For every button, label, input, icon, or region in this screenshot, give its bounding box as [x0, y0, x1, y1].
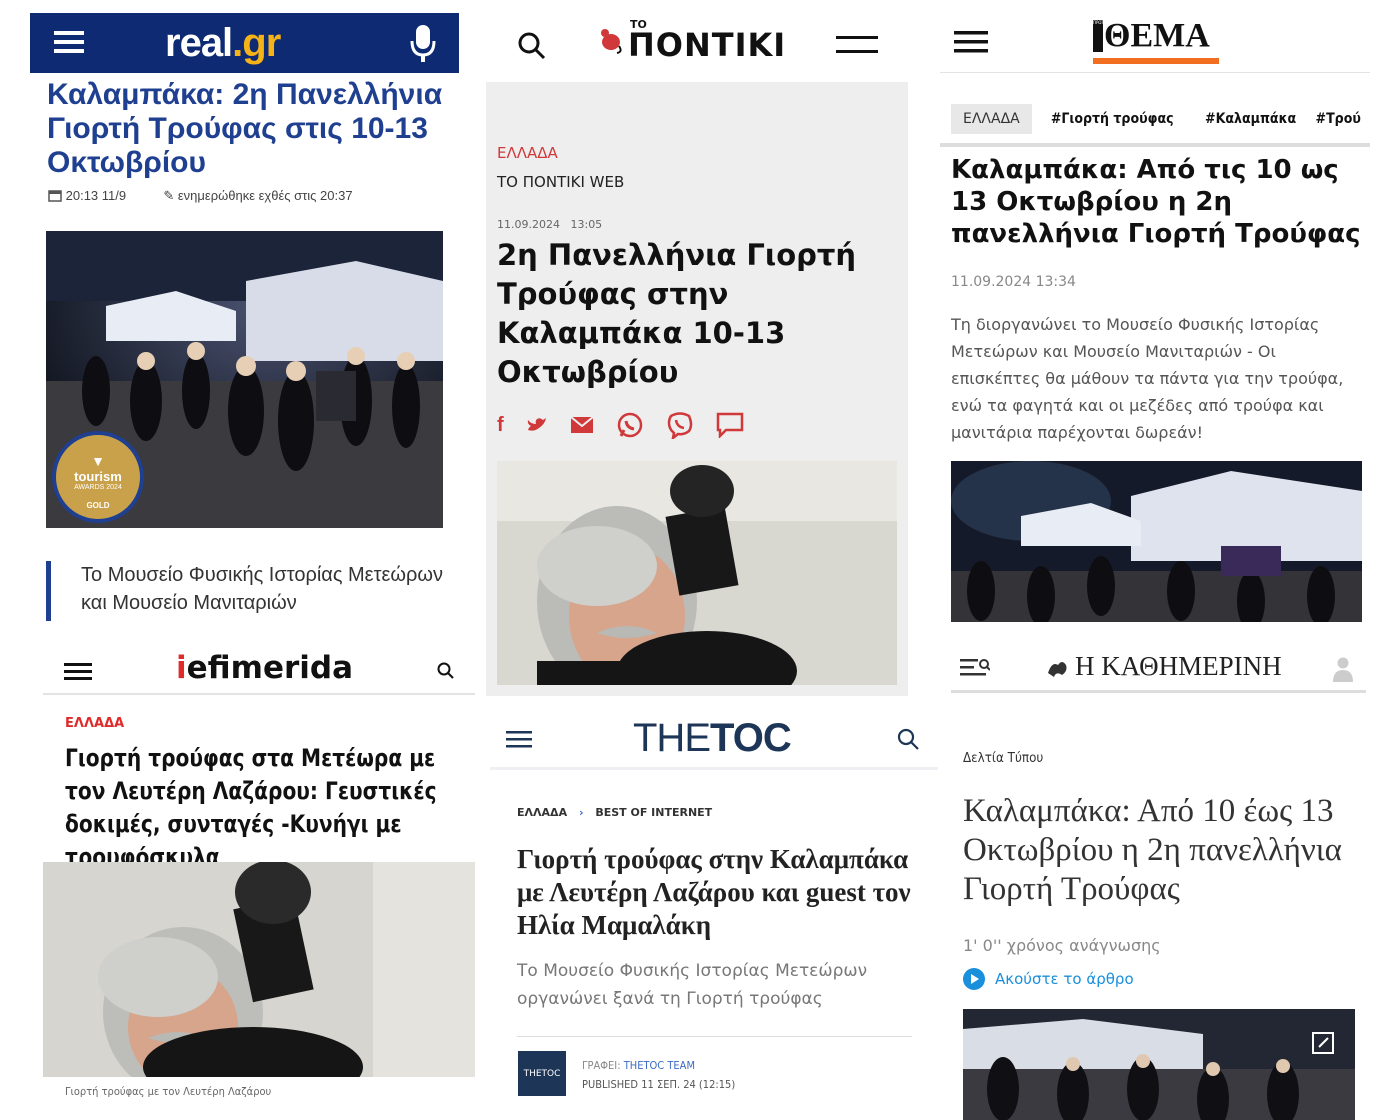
author-label: ΓΡΑΦΕΙ:: [582, 1059, 621, 1072]
search-icon[interactable]: [517, 31, 547, 61]
pontiki-time: 13:05: [570, 218, 603, 231]
realgr-header: real.gr: [30, 13, 459, 73]
pontiki-datetime: 11.09.2024 13:05: [497, 218, 602, 231]
iefimerida-logo[interactable]: iefimerida: [176, 650, 353, 686]
comment-icon[interactable]: [716, 412, 744, 438]
protothema-date: 11.09.2024 13:34: [951, 274, 1076, 290]
thetoc-article-title[interactable]: Γιορτή τρούφας στην Καλαμπάκα με Λευτέρη…: [517, 843, 917, 942]
realgr-article-title[interactable]: Καλαμπάκα: 2η Πανελλήνια Γιορτή Τρούφας …: [47, 78, 447, 180]
whatsapp-icon[interactable]: [616, 411, 644, 439]
iefimerida-photo-caption: Γιορτή τρούφας με τον Λευτέρη Λαζάρου: [65, 1085, 272, 1098]
calendar-icon: [48, 188, 62, 202]
kathimerini-logo[interactable]: Η ΚΑΘΗΜΕΡΙΝΗ: [1075, 651, 1282, 682]
microphone-icon[interactable]: [408, 23, 438, 63]
badge-rank: GOLD: [86, 501, 110, 510]
tag-ellada[interactable]: ΕΛΛΑΔΑ: [951, 103, 1032, 134]
realgr-updated: ενημερώθηκε εχθές στις 20:37: [177, 188, 353, 203]
protothema-divider-2: [940, 143, 1370, 147]
hamburger-menu-icon[interactable]: [64, 661, 92, 683]
thetoc-divider: [490, 767, 938, 770]
breadcrumb-item-best-of-internet[interactable]: BEST OF INTERNET: [595, 806, 712, 819]
iefimerida-category[interactable]: ΕΛΛΑΔΑ: [65, 716, 124, 731]
pontiki-article-photo[interactable]: [497, 461, 897, 685]
pencil-icon: ✎: [163, 188, 175, 203]
realgr-logo[interactable]: real.gr: [165, 21, 281, 66]
kathimerini-section[interactable]: Δελτία Τύπου: [963, 751, 1043, 766]
protothema-article-title[interactable]: Καλαμπάκα: Από τις 10 ως 13 Οκτωβρίου η …: [951, 154, 1371, 250]
realgr-article-photo[interactable]: ▼ tourism AWARDS 2024 GOLD: [46, 231, 443, 528]
protothema-article-photo[interactable]: [951, 461, 1362, 622]
pontiki-mouse-icon: [597, 24, 623, 54]
chevron-right-icon: ›: [578, 806, 584, 819]
tourism-awards-badge: ▼ tourism AWARDS 2024 GOLD: [52, 431, 144, 523]
menu-search-icon[interactable]: [960, 657, 990, 679]
badge-title: tourism: [74, 469, 122, 484]
tag-trou[interactable]: #Τρού: [1312, 104, 1365, 134]
author-link[interactable]: THETOC TEAM: [624, 1059, 695, 1072]
pontiki-article-title[interactable]: 2η Πανελλήνια Γιορτή Τρούφας στην Καλαμπ…: [497, 236, 897, 392]
search-icon[interactable]: [437, 662, 455, 680]
protothema-divider: [940, 72, 1370, 73]
tag-kalampaka[interactable]: #Καλαμπάκα: [1198, 104, 1304, 134]
facebook-icon[interactable]: f: [497, 414, 504, 437]
thetoc-logo[interactable]: THETOC: [633, 716, 792, 761]
thetoc-divider-2: [517, 1036, 912, 1037]
iefimerida-article-photo[interactable]: [43, 862, 475, 1077]
hamburger-menu-icon[interactable]: [506, 730, 532, 750]
mail-icon[interactable]: [570, 416, 594, 434]
breadcrumb-item-ellada[interactable]: ΕΛΛΑΔΑ: [517, 806, 567, 819]
trophy-icon: ▼: [91, 453, 105, 469]
pontiki-logo[interactable]: ΠΟΝΤΙΚΙ: [628, 26, 786, 64]
kathimerini-emblem-icon: [1046, 657, 1068, 679]
pontiki-category[interactable]: ΕΛΛΑΔΑ: [497, 144, 558, 162]
listen-article-button[interactable]: Ακούστε το άρθρο: [963, 968, 1134, 990]
kathimerini-article-photo[interactable]: [963, 1009, 1355, 1120]
badge-subtitle: AWARDS 2024: [74, 484, 122, 491]
viber-icon[interactable]: [666, 411, 694, 439]
tag-giorti-troufas[interactable]: #Γιορτή τρούφας: [1040, 104, 1184, 134]
protothema-logo[interactable]: ΘΕΜΑ: [1093, 17, 1219, 64]
avatar[interactable]: THETOC: [518, 1051, 566, 1096]
hamburger-menu-icon[interactable]: [954, 29, 988, 55]
logo-underline: [1093, 58, 1219, 64]
breadcrumb: ΕΛΛΑΔΑ › BEST OF INTERNET: [517, 806, 712, 819]
tag-bar: ΕΛΛΑΔΑ #Γιορτή τρούφας #Καλαμπάκα #Τρού: [951, 103, 1368, 134]
user-icon[interactable]: [1332, 656, 1354, 682]
thetoc-published: PUBLISHED 11 ΣΕΠ. 24 (12:15): [582, 1078, 736, 1091]
kathimerini-article-title[interactable]: Καλαμπάκα: Από 10 έως 13 Οκτωβρίου η 2η …: [963, 792, 1363, 909]
listen-label[interactable]: Ακούστε το άρθρο: [995, 970, 1134, 988]
protothema-logo-prefix: ΠΡΩΤΟ: [1093, 20, 1103, 52]
iefimerida-divider: [43, 693, 475, 695]
play-icon[interactable]: [963, 968, 985, 990]
share-bar: f: [497, 411, 744, 439]
realgr-article-meta: 20:13 11/9 ✎ ενημερώθηκε εχθές στις 20:3…: [48, 188, 353, 204]
kathimerini-divider: [951, 690, 1366, 693]
thetoc-summary: Το Μουσείο Φυσικής Ιστορίας Μετεώρων οργ…: [517, 961, 868, 1009]
realgr-teaser[interactable]: Το Μουσείο Φυσικής Ιστορίας Μετεώρων και…: [46, 561, 456, 621]
iefimerida-article-title[interactable]: Γιορτή τρούφας στα Μετέωρα με τον Λευτέρ…: [65, 742, 460, 874]
hamburger-menu-icon[interactable]: [54, 29, 84, 55]
expand-icon[interactable]: [1311, 1031, 1335, 1055]
search-icon[interactable]: [897, 728, 919, 750]
thetoc-author-line: ΓΡΑΦΕΙ: THETOC TEAM: [582, 1059, 695, 1072]
pontiki-date: 11.09.2024: [497, 218, 560, 231]
protothema-summary: Τη διοργανώνει το Μουσείο Φυσικής Ιστορί…: [951, 315, 1344, 442]
hamburger-menu-icon[interactable]: [836, 36, 878, 56]
kathimerini-read-time: 1' 0'' χρόνος ανάγνωσης: [963, 936, 1161, 955]
pontiki-source[interactable]: ΤΟ ΠΟΝΤΙΚΙ WEB: [497, 173, 624, 191]
twitter-icon[interactable]: [526, 416, 548, 434]
realgr-date: 20:13 11/9: [65, 188, 127, 203]
pontiki-article-card: ΕΛΛΑΔΑ ΤΟ ΠΟΝΤΙΚΙ WEB 11.09.2024 13:05 2…: [486, 82, 908, 696]
